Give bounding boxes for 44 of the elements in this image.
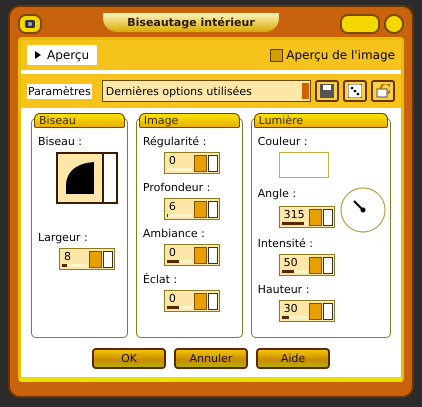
field-label: Intensité : [256, 236, 314, 252]
dice-icon[interactable] [343, 80, 367, 102]
spin-field[interactable]: 8 [59, 248, 115, 270]
triangle-icon [35, 51, 41, 59]
dialog-button[interactable]: Annuler [174, 348, 248, 369]
spin-field[interactable]: 315 [278, 206, 335, 228]
dropdown-icon[interactable] [208, 154, 218, 172]
field-label: Profondeur : [142, 180, 212, 196]
dialog-button[interactable]: Aide [256, 348, 330, 369]
dropdown-icon[interactable] [322, 302, 333, 320]
spin-field[interactable]: 50 [278, 254, 335, 276]
field-label: Largeur : [37, 230, 89, 246]
presets-dropdown[interactable]: Dernières options utilisées [102, 80, 311, 102]
panel-title: Biseau [34, 113, 125, 128]
preview-toggle[interactable]: Aperçu [27, 45, 98, 65]
dropdown-icon[interactable] [322, 208, 333, 226]
panel-title: Lumière [254, 113, 388, 128]
checkbox[interactable] [270, 48, 284, 62]
field-label: Régularité : [142, 134, 208, 150]
bevel-dropdown[interactable] [56, 152, 118, 204]
panel-title: Image [138, 113, 240, 128]
color-swatch[interactable] [278, 152, 329, 178]
dropdown-icon[interactable] [208, 246, 218, 264]
dropdown-icon[interactable] [208, 200, 218, 218]
checkbox-label: Aperçu de l'image [286, 48, 395, 62]
field-label: Angle : [256, 186, 298, 202]
dropdown-icon[interactable] [322, 256, 333, 274]
spin-field[interactable]: 30 [278, 300, 335, 322]
field-label: Ambiance : [142, 226, 206, 242]
spin-field[interactable]: 0 [164, 244, 220, 266]
dropdown-icon[interactable] [208, 292, 218, 310]
dropdown-icon[interactable] [103, 250, 113, 268]
field-label: Hauteur : [256, 282, 310, 298]
camera-icon[interactable] [18, 14, 42, 34]
dialog-button[interactable]: OK [92, 348, 166, 369]
field-label: Couleur : [256, 134, 309, 150]
field-label: Paramètres [27, 84, 92, 98]
window-title: Biseautage intérieur [103, 12, 279, 32]
spin-field[interactable]: 0 [164, 290, 220, 312]
field-label: Éclat : [142, 272, 178, 288]
angle-dial-icon[interactable] [338, 186, 387, 234]
spin-field[interactable]: 6 [164, 198, 220, 220]
spin-field[interactable]: 0 [164, 152, 220, 174]
field-label: Biseau : [37, 134, 84, 150]
